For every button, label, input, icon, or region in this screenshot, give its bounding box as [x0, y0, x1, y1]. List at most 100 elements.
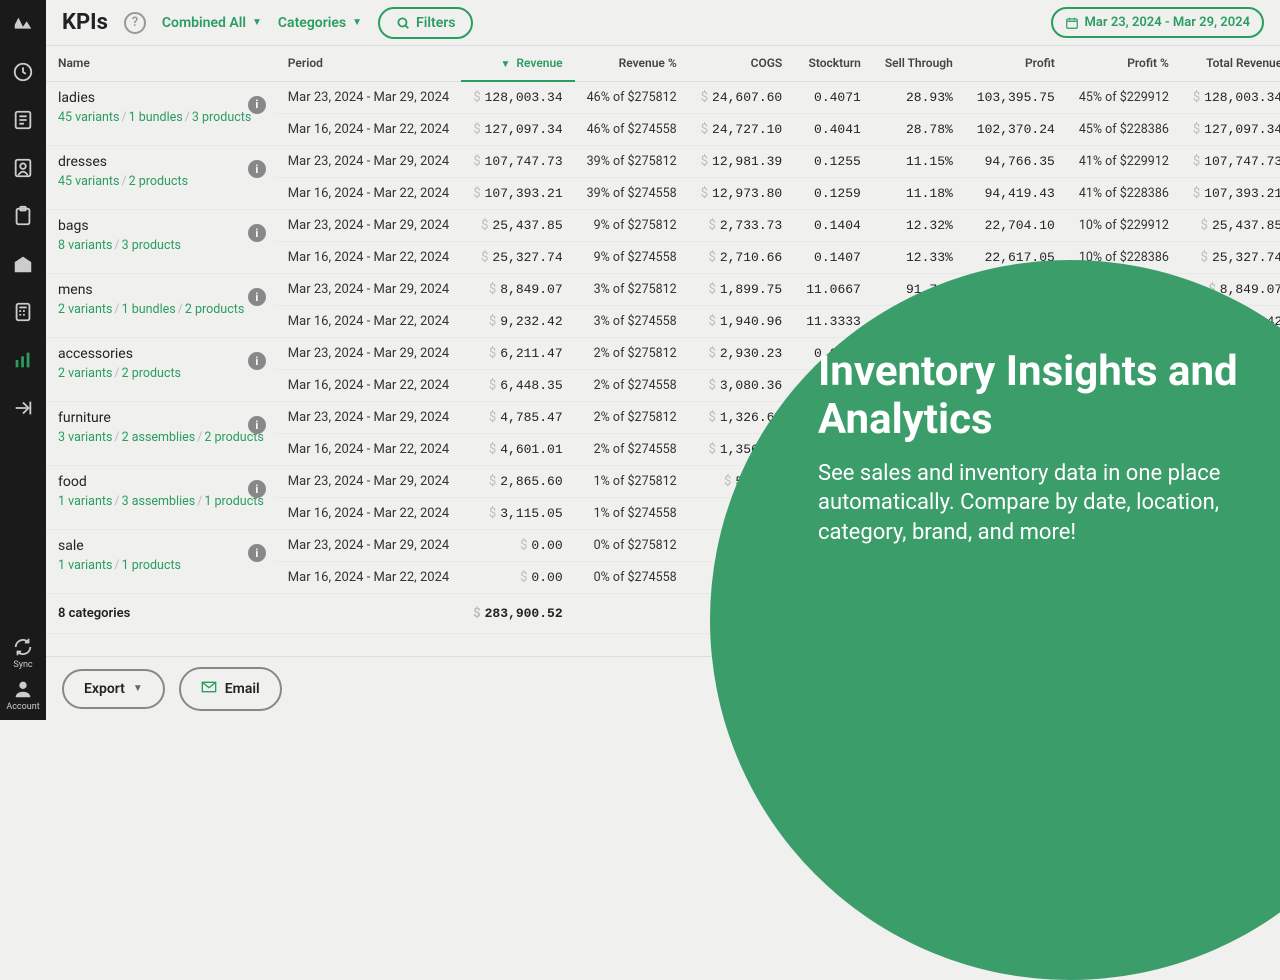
period-cell: Mar 16, 2024 - Mar 22, 2024 — [276, 242, 461, 274]
category-cell[interactable]: furniture 3 variants/2 assemblies/2 prod… — [46, 402, 276, 466]
revenue-cell: $0.00 — [461, 530, 574, 562]
profit-pct-cell: 45% of $228386 — [1067, 114, 1181, 146]
revenue-cell: $3,115.05 — [461, 498, 574, 530]
category-meta[interactable]: 45 variants/1 bundles/3 products — [58, 110, 264, 125]
export-button[interactable]: Export ▼ — [62, 669, 165, 709]
revenue-pct-cell: 39% of $274558 — [575, 178, 689, 210]
stockturn-cell: 0.4071 — [794, 81, 873, 114]
category-meta[interactable]: 2 variants/2 products — [58, 366, 264, 381]
cogs-cell: $24,607.60 — [689, 81, 795, 114]
nav-sync-label: Sync — [13, 660, 32, 670]
category-cell[interactable]: dresses 45 variants/2 products i — [46, 146, 276, 210]
info-icon[interactable]: i — [248, 416, 266, 434]
col-sell-through[interactable]: Sell Through — [873, 46, 965, 81]
info-icon[interactable]: i — [248, 544, 266, 562]
stockturn-cell: 0.1255 — [794, 146, 873, 178]
revenue-cell: $9,232.42 — [461, 306, 574, 338]
period-cell: Mar 16, 2024 - Mar 22, 2024 — [276, 434, 461, 466]
category-meta[interactable]: 1 variants/1 products — [58, 558, 264, 573]
info-icon[interactable]: i — [248, 352, 266, 370]
category-name: accessories — [58, 346, 264, 362]
help-icon[interactable]: ? — [124, 12, 146, 34]
col-stockturn[interactable]: Stockturn — [794, 46, 873, 81]
overlay-subtitle: See sales and inventory data in one plac… — [818, 459, 1280, 548]
category-name: furniture — [58, 410, 264, 426]
sell-cell: 28.93% — [873, 81, 965, 114]
table-row[interactable]: ladies 45 variants/1 bundles/3 products … — [46, 81, 1280, 114]
date-range-picker[interactable]: Mar 23, 2024 - Mar 29, 2024 — [1051, 7, 1264, 38]
col-name[interactable]: Name — [46, 46, 276, 81]
revenue-cell: $107,393.21 — [461, 178, 574, 210]
revenue-pct-cell: 2% of $274558 — [575, 434, 689, 466]
profit-cell: 94,419.43 — [965, 178, 1067, 210]
period-cell: Mar 16, 2024 - Mar 22, 2024 — [276, 114, 461, 146]
table-row[interactable]: bags 8 variants/3 products i Mar 23, 202… — [46, 210, 1280, 242]
info-icon[interactable]: i — [248, 224, 266, 242]
category-cell[interactable]: food 1 variants/3 assemblies/1 products … — [46, 466, 276, 530]
total-cell: $107,393.21 — [1181, 178, 1280, 210]
nav-analytics-icon[interactable] — [11, 348, 35, 372]
mail-icon — [201, 679, 217, 699]
table-row[interactable]: dresses 45 variants/2 products i Mar 23,… — [46, 146, 1280, 178]
combined-dropdown[interactable]: Combined All ▼ — [162, 15, 262, 31]
revenue-cell: $128,003.34 — [461, 81, 574, 114]
category-name: food — [58, 474, 264, 490]
sell-cell: 12.33% — [873, 242, 965, 274]
nav-account[interactable]: Account — [6, 678, 39, 712]
nav-orders-icon[interactable] — [11, 60, 35, 84]
col-profit[interactable]: Profit — [965, 46, 1067, 81]
category-meta[interactable]: 45 variants/2 products — [58, 174, 264, 189]
nav-sync[interactable]: Sync — [12, 636, 34, 670]
info-icon[interactable]: i — [248, 480, 266, 498]
revenue-cell: $107,747.73 — [461, 146, 574, 178]
top-bar: KPIs ? Combined All ▼ Categories ▼ Filte… — [46, 0, 1280, 46]
sell-cell: 11.18% — [873, 178, 965, 210]
col-cogs[interactable]: COGS — [689, 46, 795, 81]
profit-pct-cell: 41% of $228386 — [1067, 178, 1181, 210]
col-total-revenue[interactable]: Total Revenue — [1181, 46, 1280, 81]
category-name: mens — [58, 282, 264, 298]
nav-warehouse-icon[interactable] — [11, 252, 35, 276]
category-meta[interactable]: 8 variants/3 products — [58, 238, 264, 253]
period-cell: Mar 16, 2024 - Mar 22, 2024 — [276, 370, 461, 402]
revenue-pct-cell: 0% of $274558 — [575, 562, 689, 594]
nav-dashboard-icon[interactable] — [11, 12, 35, 36]
category-name: ladies — [58, 90, 264, 106]
category-cell[interactable]: accessories 2 variants/2 products i — [46, 338, 276, 402]
period-cell: Mar 16, 2024 - Mar 22, 2024 — [276, 562, 461, 594]
col-revenue[interactable]: ▼Revenue — [461, 46, 574, 81]
categories-dropdown[interactable]: Categories ▼ — [278, 15, 362, 31]
nav-calculator-icon[interactable] — [11, 300, 35, 324]
total-cell: $25,437.85 — [1181, 210, 1280, 242]
nav-reports-icon[interactable] — [11, 108, 35, 132]
category-meta[interactable]: 3 variants/2 assemblies/2 products — [58, 430, 264, 445]
cogs-cell: $3,080.36 — [689, 370, 795, 402]
period-cell: Mar 16, 2024 - Mar 22, 2024 — [276, 306, 461, 338]
profit-pct-cell: 10% of $229912 — [1067, 210, 1181, 242]
col-revenue-pct[interactable]: Revenue % — [575, 46, 689, 81]
category-meta[interactable]: 1 variants/3 assemblies/1 products — [58, 494, 264, 509]
col-profit-pct[interactable]: Profit % — [1067, 46, 1181, 81]
category-meta[interactable]: 2 variants/1 bundles/2 products — [58, 302, 264, 317]
profit-pct-cell: 41% of $229912 — [1067, 146, 1181, 178]
col-period[interactable]: Period — [276, 46, 461, 81]
email-button[interactable]: Email — [179, 667, 282, 711]
cogs-cell: $2,733.73 — [689, 210, 795, 242]
nav-contacts-icon[interactable] — [11, 156, 35, 180]
info-icon[interactable]: i — [248, 288, 266, 306]
stockturn-cell: 0.4041 — [794, 114, 873, 146]
revenue-pct-cell: 46% of $275812 — [575, 81, 689, 114]
nav-clipboard-icon[interactable] — [11, 204, 35, 228]
category-cell[interactable]: mens 2 variants/1 bundles/2 products i — [46, 274, 276, 338]
sell-cell: 12.32% — [873, 210, 965, 242]
category-cell[interactable]: ladies 45 variants/1 bundles/3 products … — [46, 81, 276, 146]
cogs-cell: $12,973.80 — [689, 178, 795, 210]
info-icon[interactable]: i — [248, 96, 266, 114]
total-cell: $25,327.74 — [1181, 242, 1280, 274]
category-name: sale — [58, 538, 264, 554]
nav-collapse-icon[interactable] — [11, 396, 35, 420]
filters-button[interactable]: Filters — [378, 7, 473, 39]
info-icon[interactable]: i — [248, 160, 266, 178]
category-cell[interactable]: sale 1 variants/1 products i — [46, 530, 276, 594]
category-cell[interactable]: bags 8 variants/3 products i — [46, 210, 276, 274]
